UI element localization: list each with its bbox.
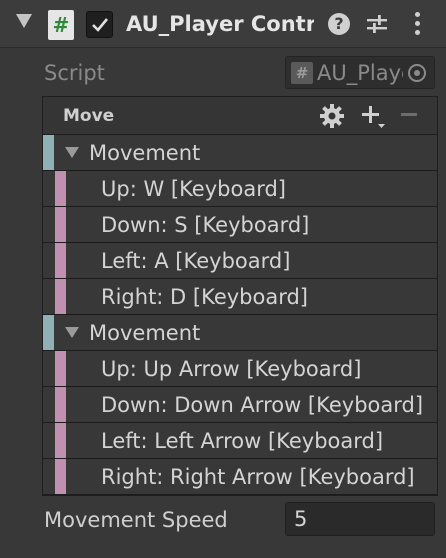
enabled-checkbox[interactable] — [86, 11, 113, 38]
script-icon: # — [48, 10, 74, 40]
binding-label: Up: Up Arrow [Keyboard] — [101, 357, 362, 381]
binding-color-bar — [55, 387, 66, 422]
script-field[interactable]: # AU_PlayerController — [285, 56, 435, 89]
foldout-arrow-icon[interactable] — [16, 14, 32, 28]
component-title[interactable]: AU_Player Controller — [126, 9, 314, 39]
plus-icon[interactable] — [359, 103, 387, 131]
expand-triangle-icon[interactable] — [65, 327, 79, 338]
binding-label: Movement — [89, 141, 201, 165]
kebab-icon[interactable] — [414, 12, 420, 36]
binding-color-bar — [43, 135, 54, 170]
binding-label: Up: W [Keyboard] — [101, 177, 286, 201]
target-icon[interactable] — [408, 64, 426, 82]
binding-color-bar — [55, 351, 66, 386]
binding-part-row[interactable]: Left: Left Arrow [Keyboard] — [43, 423, 437, 459]
binding-label: Down: Down Arrow [Keyboard] — [101, 393, 424, 417]
composite-row[interactable]: Movement — [43, 315, 437, 351]
script-icon: # — [291, 62, 313, 84]
sliders-icon[interactable] — [366, 12, 388, 36]
bindings-header: Move — [43, 97, 437, 135]
script-value: AU_PlayerController — [317, 61, 403, 85]
binding-part-row[interactable]: Down: S [Keyboard] — [43, 207, 437, 243]
script-label: Script — [44, 61, 105, 85]
expand-triangle-icon[interactable] — [65, 147, 79, 158]
help-icon[interactable]: ? — [328, 13, 350, 35]
checkmark-icon — [92, 18, 109, 32]
binding-label: Left: Left Arrow [Keyboard] — [101, 429, 384, 453]
binding-part-row[interactable]: Right: Right Arrow [Keyboard] — [43, 459, 437, 495]
component-header: # AU_Player Controller ? — [0, 0, 446, 48]
binding-part-row[interactable]: Up: W [Keyboard] — [43, 171, 437, 207]
binding-color-bar — [55, 279, 66, 314]
binding-label: Movement — [89, 321, 201, 345]
bindings-title: Move — [63, 106, 115, 126]
binding-part-row[interactable]: Left: A [Keyboard] — [43, 243, 437, 279]
binding-color-bar — [55, 207, 66, 242]
binding-color-bar — [55, 459, 66, 494]
binding-part-row[interactable]: Down: Down Arrow [Keyboard] — [43, 387, 437, 423]
gear-icon[interactable] — [319, 103, 345, 129]
binding-part-row[interactable]: Right: D [Keyboard] — [43, 279, 437, 315]
movement-speed-label: Movement Speed — [44, 508, 228, 532]
binding-color-bar — [43, 315, 54, 350]
composite-row[interactable]: Movement — [43, 135, 437, 171]
movement-speed-input[interactable]: 5 — [285, 502, 435, 536]
bindings-list: Move Movement Up: W [Keyboard] Down: S [Ke… — [42, 96, 438, 496]
binding-label: Right: D [Keyboard] — [101, 285, 308, 309]
binding-label: Down: S [Keyboard] — [101, 213, 310, 237]
binding-color-bar — [55, 423, 66, 458]
binding-color-bar — [55, 243, 66, 278]
binding-label: Right: Right Arrow [Keyboard] — [101, 465, 415, 489]
binding-label: Left: A [Keyboard] — [101, 249, 291, 273]
minus-icon[interactable] — [401, 113, 417, 116]
binding-part-row[interactable]: Up: Up Arrow [Keyboard] — [43, 351, 437, 387]
binding-color-bar — [55, 171, 66, 206]
